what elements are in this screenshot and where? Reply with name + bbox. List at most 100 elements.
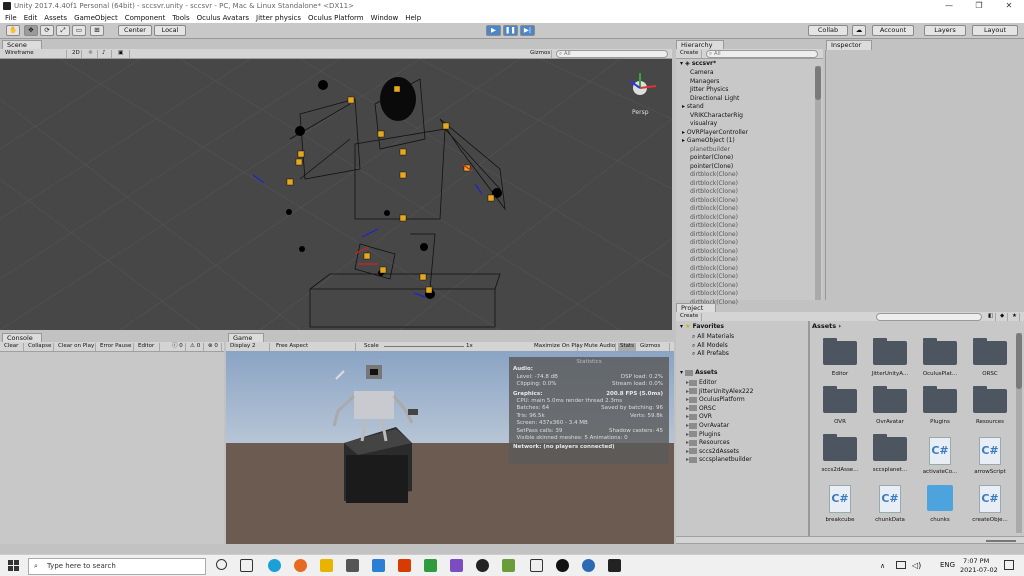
step-button[interactable]: ▶| [520,25,535,36]
hierarchy-item[interactable]: dirtblock(Clone) [690,171,738,178]
console-info-toggle[interactable]: ⓘ 0 [170,343,186,351]
hierarchy-search-input[interactable]: ⌕ All [706,50,818,58]
project-asset[interactable]: C# activateCo... [918,437,962,475]
scene-search-input[interactable]: ⌕ All [556,50,668,58]
clock-time[interactable]: 7:07 PM [963,557,989,565]
hierarchy-item[interactable]: dirtblock(Clone) [690,214,738,221]
menu-tools[interactable]: Tools [172,14,189,22]
hierarchy-item[interactable]: ▸ OVRPlayerController [682,129,748,136]
maximize-on-play-toggle[interactable]: Maximize On Play [532,343,583,351]
project-asset[interactable]: Editor [818,338,862,377]
app-blue-icon[interactable] [582,559,595,572]
hierarchy-item[interactable]: visualray [690,120,717,127]
project-asset[interactable]: C# arrowScript [968,437,1012,475]
menu-jitter-physics[interactable]: Jitter physics [256,14,301,22]
account-dropdown[interactable]: Account [872,25,914,36]
console-clear-on-play-button[interactable]: Clear on Play [56,343,96,351]
hierarchy-scene-root[interactable]: ▾ ◈ sccsvr* [680,60,716,67]
hierarchy-item[interactable]: Managers [690,78,719,85]
mute-audio-toggle[interactable]: Mute Audio [582,343,616,351]
hierarchy-item[interactable]: dirtblock(Clone) [690,205,738,212]
clock-date[interactable]: 2021-07-02 [960,566,998,574]
project-folder-item[interactable]: ▸ ORSC [686,405,716,412]
project-folder-item[interactable]: ▸ Editor [686,379,717,386]
hierarchy-item[interactable]: dirtblock(Clone) [690,180,738,187]
2d-toggle[interactable]: 2D [70,50,82,58]
rotate-tool-icon[interactable]: ⟳ [40,25,54,36]
taskbar-search-input[interactable]: ⌕ Type here to search [28,558,206,575]
notification-icon[interactable] [1004,560,1014,570]
move-tool-icon[interactable]: ✥ [24,25,38,36]
tray-chevron-icon[interactable]: ∧ [880,562,885,570]
hierarchy-item[interactable]: Camera [690,69,714,76]
project-breadcrumb[interactable]: Assets › [812,322,841,330]
filter-label-icon[interactable]: ◆ [998,313,1008,321]
hierarchy-item[interactable]: dirtblock(Clone) [690,265,738,272]
project-scrollbar[interactable] [1016,333,1022,533]
favorites-header[interactable]: ▾ ★ Favorites [680,323,724,330]
rect-tool-icon[interactable]: ▭ [72,25,86,36]
project-folder-item[interactable]: ▸ OVR [686,413,712,420]
project-asset[interactable]: JitterUnityA... [868,338,912,377]
volume-icon[interactable]: ◁) [912,561,921,570]
windows-start-icon[interactable] [8,560,19,571]
steam-icon[interactable] [556,559,569,572]
project-asset[interactable]: chunks [918,485,962,523]
menu-assets[interactable]: Assets [44,14,67,22]
stats-toggle[interactable]: Stats [618,343,636,351]
file-explorer-icon[interactable] [320,559,333,572]
project-folder-item[interactable]: ▸ Resources [686,439,730,446]
project-asset[interactable]: sccs2dAsse... [818,434,862,473]
layout-dropdown[interactable]: Layout [972,25,1018,36]
hierarchy-item[interactable]: ▸ GameObject (1) [682,137,735,144]
pivot-center-button[interactable]: Center [118,25,152,36]
console-error-pause-button[interactable]: Error Pause [98,343,134,351]
console-clear-button[interactable]: Clear [2,343,24,351]
favorite-item[interactable]: ⌕ All Materials [692,333,734,341]
game-aspect-dropdown[interactable]: Free Aspect [274,343,356,351]
project-asset[interactable]: ORSC [968,338,1012,377]
favorite-item[interactable]: ⌕ All Models [692,342,728,350]
menu-help[interactable]: Help [405,14,421,22]
icon-size-slider[interactable] [986,540,1016,542]
hierarchy-item[interactable]: dirtblock(Clone) [690,222,738,229]
project-folder-item[interactable]: ▸ OvrAvatar [686,422,729,429]
pivot-local-button[interactable]: Local [154,25,186,36]
hierarchy-item[interactable]: dirtblock(Clone) [690,290,738,297]
project-asset[interactable]: sccsplanet... [868,434,912,473]
firefox-icon[interactable] [294,559,307,572]
project-asset[interactable]: Resources [968,386,1012,425]
hierarchy-item[interactable]: dirtblock(Clone) [690,256,738,263]
project-folder-item[interactable]: ▸ Plugins [686,431,721,438]
favorite-star-icon[interactable]: ★ [1010,313,1020,321]
scene-orientation-gizmo[interactable]: Persp [629,73,657,116]
cloud-icon[interactable]: ☁ [852,25,866,36]
store-icon[interactable] [346,559,359,572]
hierarchy-item[interactable]: pointer(Clone) [690,163,733,170]
collab-dropdown[interactable]: Collab [808,25,848,36]
hierarchy-create-dropdown[interactable]: Create [678,50,702,58]
console-log-area[interactable] [0,352,224,544]
close-button[interactable]: ✕ [994,0,1024,12]
transform-tool-icon[interactable]: ⊞ [90,25,104,36]
console-editor-dropdown[interactable]: Editor [136,343,160,351]
project-asset[interactable]: OVR [818,386,862,425]
favorite-item[interactable]: ⌕ All Prefabs [692,350,729,358]
hand-tool-icon[interactable]: ✋ [6,25,20,36]
task-view-icon[interactable] [240,559,253,572]
game-gizmos-dropdown[interactable]: Gizmos [638,343,670,351]
lighting-icon[interactable]: ☼ [86,50,98,58]
minimize-button[interactable]: — [934,0,964,12]
maximize-button[interactable]: ❐ [964,0,994,12]
game-display-dropdown[interactable]: Display 2 [228,343,270,351]
hierarchy-item[interactable]: dirtblock(Clone) [690,273,738,280]
hierarchy-item[interactable]: VRIKCharacterRig [690,112,743,119]
visual-studio-icon[interactable] [450,559,463,572]
hierarchy-scrollbar[interactable] [815,66,821,300]
project-create-dropdown[interactable]: Create [678,313,702,321]
minecraft-icon[interactable] [502,559,515,572]
project-folder-item[interactable]: ▸ sccs2dAssets [686,448,739,455]
audio-icon[interactable]: ♪ [100,50,112,58]
unity-editor-icon[interactable] [608,559,621,572]
assets-root[interactable]: ▾ Assets [680,369,717,376]
